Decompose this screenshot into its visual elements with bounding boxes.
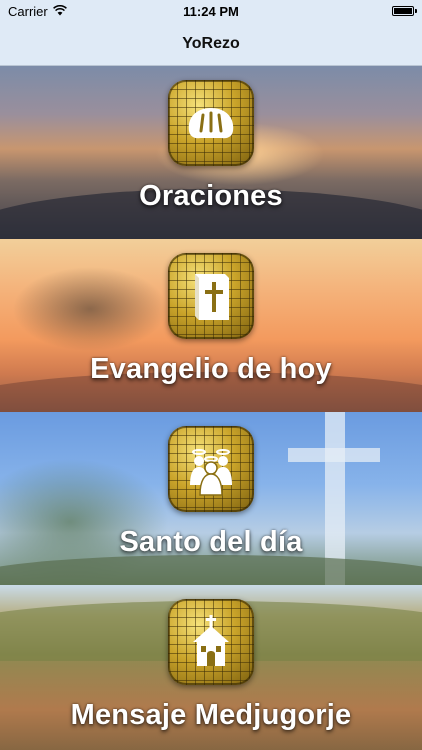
- bread-icon: [168, 80, 254, 166]
- menu-item-evangelio[interactable]: Evangelio de hoy: [0, 239, 422, 412]
- status-time: 11:24 PM: [183, 4, 239, 19]
- cross-beam: [288, 448, 380, 462]
- menu-item-santo[interactable]: Santo del día: [0, 412, 422, 585]
- menu-item-label: Mensaje Medjugorje: [70, 699, 352, 731]
- battery-level: [394, 8, 412, 14]
- battery-icon: [392, 6, 417, 16]
- app-screen: Carrier 11:24 PM YoRezo Oraciones Evange…: [0, 0, 422, 750]
- main-menu: Oraciones Evangelio de hoy Santo del día…: [0, 66, 422, 750]
- menu-item-oraciones[interactable]: Oraciones: [0, 66, 422, 239]
- chapel-icon: [168, 599, 254, 685]
- nav-title: YoRezo: [182, 35, 240, 52]
- menu-item-label: Santo del día: [119, 526, 303, 558]
- menu-item-medjugorje[interactable]: Mensaje Medjugorje: [0, 585, 422, 750]
- navigation-bar: YoRezo: [0, 24, 422, 66]
- status-bar: Carrier 11:24 PM: [0, 0, 422, 24]
- saints-icon: [168, 426, 254, 512]
- bible-icon: [168, 253, 254, 339]
- crowd-silhouette: [0, 555, 422, 585]
- menu-item-label: Oraciones: [139, 180, 283, 212]
- menu-item-label: Evangelio de hoy: [90, 353, 332, 385]
